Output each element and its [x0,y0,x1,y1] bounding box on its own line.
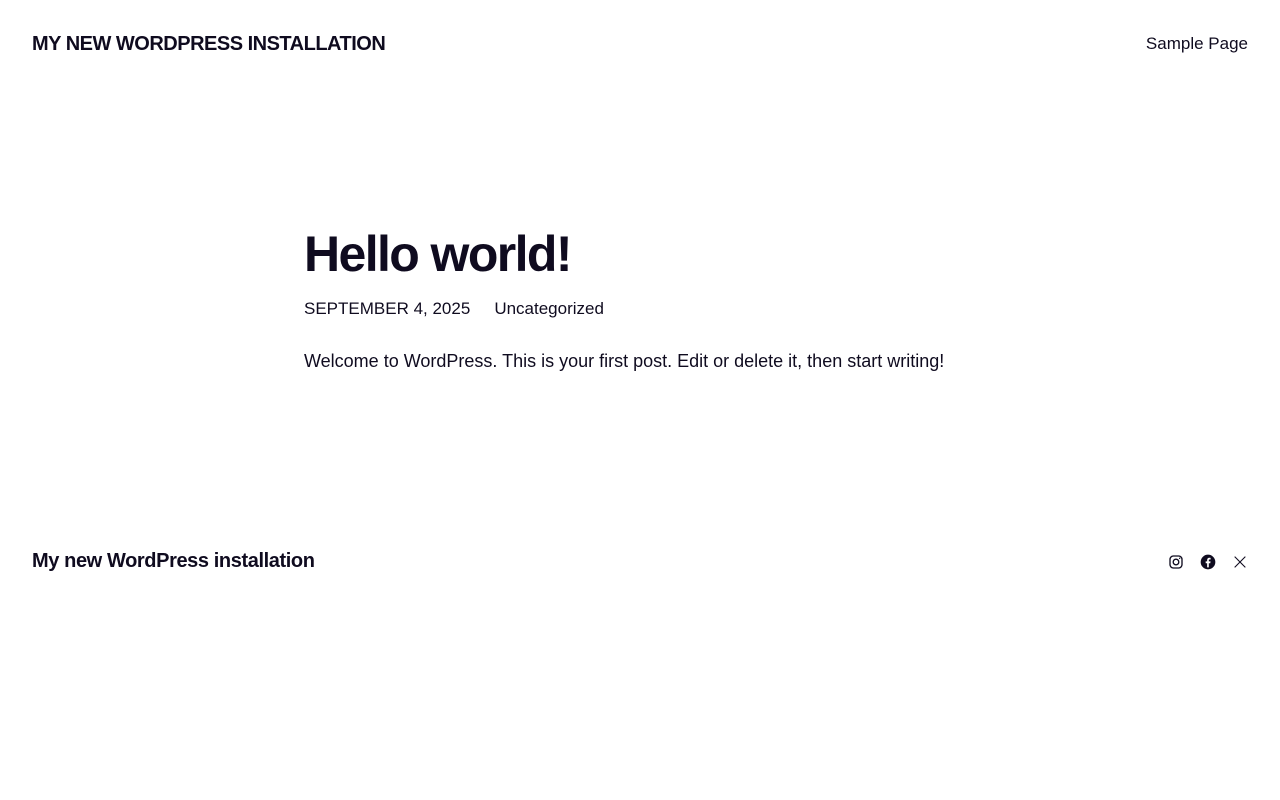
instagram-link[interactable] [1168,554,1184,570]
nav-item-sample-page[interactable]: Sample Page [1146,32,1248,56]
instagram-icon [1169,555,1183,569]
site-title-link[interactable]: MY NEW WORDPRESS INSTALLATION [32,31,386,57]
facebook-icon [1200,554,1216,570]
facebook-link[interactable] [1200,554,1216,570]
primary-nav: Sample Page [1146,32,1248,56]
x-link[interactable] [1232,554,1248,570]
social-links [1168,554,1248,570]
post-date[interactable]: SEPTEMBER 4, 2025 [304,298,470,320]
post-meta: SEPTEMBER 4, 2025 Uncategorized [304,298,1004,320]
post-category-link[interactable]: Uncategorized [494,298,604,320]
x-icon [1234,556,1246,568]
footer-site-title-link[interactable]: My new WordPress installation [32,548,315,574]
post: Hello world! SEPTEMBER 4, 2025 Uncategor… [304,222,1004,374]
post-title[interactable]: Hello world! [304,222,1004,286]
post-content: Welcome to WordPress. This is your first… [304,351,945,371]
